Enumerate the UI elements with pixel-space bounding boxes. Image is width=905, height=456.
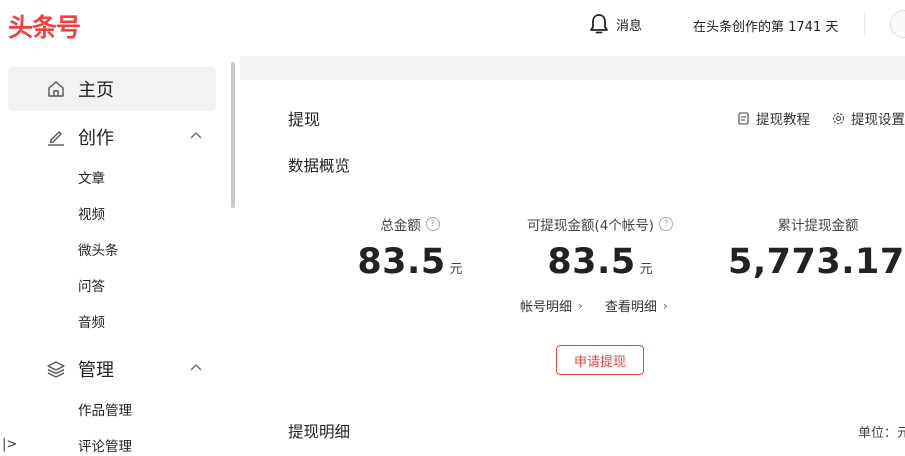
sidebar-item-label: 创作 (78, 128, 114, 149)
stat-value: 83.5 (547, 242, 636, 282)
chevron-up-icon[interactable] (190, 362, 202, 374)
view-detail-label: 查看明细 (604, 300, 657, 315)
stat-unit: 元 (639, 262, 653, 277)
sidebar-item-audio[interactable]: 音频 (78, 311, 105, 331)
account-detail-link[interactable]: 帐号明细 › (520, 296, 583, 316)
creation-days: 在头条创作的第 1741 天 (693, 20, 839, 35)
settings-link[interactable]: 提现设置 (832, 108, 905, 128)
sidebar-item-works[interactable]: 作品管理 (78, 399, 132, 419)
sidebar-item-qa[interactable]: 问答 (78, 275, 105, 295)
unit-label: 单位：元 (858, 426, 905, 441)
sidebar-item-video[interactable]: 视频 (78, 203, 105, 223)
tutorial-link[interactable]: 提现教程 (737, 108, 810, 128)
chevron-right-icon: › (662, 298, 668, 313)
stat-label: 可提现金额(4个帐号) (526, 218, 655, 234)
stat-value: 83.5 (357, 242, 446, 282)
top-links: 提现教程 提现设置 (737, 108, 905, 128)
sidebar-item-manage[interactable]: 管理 (8, 347, 216, 391)
logo[interactable]: 头条号 (8, 8, 81, 44)
chevron-up-icon[interactable] (190, 130, 202, 142)
stat-withdrawable: 可提现金额(4个帐号) ? 83.5 元 (510, 214, 690, 282)
view-detail-link[interactable]: 查看明细 › (604, 296, 668, 316)
bell-icon (590, 14, 608, 34)
avatar[interactable] (890, 10, 905, 38)
chevron-right-icon: › (578, 298, 583, 313)
apply-withdraw-button[interactable]: 申请提现 (556, 345, 644, 375)
sidebar-item-micro-toutiao[interactable]: 微头条 (78, 239, 119, 259)
page-title: 提现 (288, 110, 321, 129)
sidebar: 主页 创作 文章 视频 微头条 问答 音频 管理 作品管理 评论管理 (0, 56, 240, 456)
stat-value: 5,773.17 (728, 242, 905, 282)
sidebar-item-label: 管理 (78, 360, 114, 381)
top-bar: 头条号 消息 在头条创作的第 1741 天 (0, 0, 905, 56)
main-content: 提现 提现教程 提现设置 数据概览 总金额 ? 83.5 元 可提现金额(4个帐号… (240, 80, 905, 456)
stat-label: 总金额 (380, 218, 421, 234)
stat-total: 总金额 ? 83.5 元 (335, 214, 485, 282)
document-icon (738, 111, 749, 125)
layers-icon (46, 359, 66, 379)
sidebar-item-home[interactable]: 主页 (8, 67, 216, 111)
sidebar-collapse-button[interactable]: |> (2, 437, 17, 452)
sidebar-item-create[interactable]: 创作 (8, 115, 216, 159)
account-detail-label: 帐号明细 (520, 300, 573, 315)
messages-label: 消息 (616, 18, 643, 34)
pencil-icon (46, 127, 66, 147)
stat-unit: 元 (449, 262, 463, 277)
tutorial-link-label: 提现教程 (756, 112, 810, 128)
help-icon[interactable]: ? (659, 217, 674, 231)
sidebar-item-article[interactable]: 文章 (78, 167, 105, 187)
home-icon (46, 79, 66, 99)
sidebar-item-label: 主页 (78, 80, 114, 101)
sidebar-item-comments[interactable]: 评论管理 (78, 435, 132, 455)
messages-button[interactable]: 消息 (589, 12, 642, 36)
help-icon[interactable]: ? (425, 217, 440, 231)
divider (864, 13, 865, 35)
overview-title: 数据概览 (288, 157, 351, 175)
details-title: 提现明细 (288, 423, 351, 441)
detail-links: 帐号明细 › 查看明细 › (520, 296, 690, 316)
gear-icon (832, 112, 845, 124)
settings-link-label: 提现设置 (851, 112, 905, 128)
stat-cumulative: 累计提现金额 5,773.17元 (728, 214, 905, 282)
sidebar-scrollbar[interactable] (231, 62, 235, 208)
stat-label: 累计提现金额 (777, 218, 859, 234)
